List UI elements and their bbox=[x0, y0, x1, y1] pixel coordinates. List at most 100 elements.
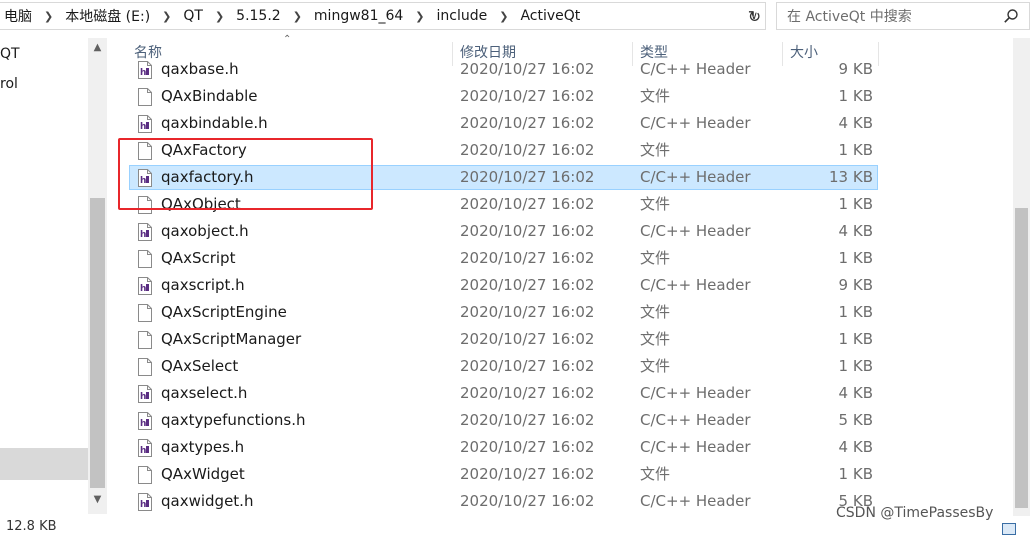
file-name: QAxWidget bbox=[161, 465, 245, 483]
details-view-icon[interactable] bbox=[1002, 523, 1016, 535]
svg-text:h: h bbox=[140, 446, 146, 456]
selected-size-text: 12.8 KB bbox=[6, 519, 57, 534]
file-size: 1 KB bbox=[838, 465, 873, 483]
file-size: 4 KB bbox=[838, 384, 873, 402]
file-size: 1 KB bbox=[838, 330, 873, 348]
file-size: 1 KB bbox=[838, 249, 873, 267]
scroll-up-icon[interactable]: ▲ bbox=[88, 42, 107, 58]
file-name: QAxScriptEngine bbox=[161, 303, 287, 321]
breadcrumb-item[interactable]: QT bbox=[179, 8, 207, 24]
file-name: QAxBindable bbox=[161, 87, 258, 105]
file-type: 文件 bbox=[640, 465, 671, 483]
file-type: C/C++ Header bbox=[640, 411, 751, 429]
file-size: 4 KB bbox=[838, 438, 873, 456]
highlight-annotation-box bbox=[118, 138, 373, 210]
file-row[interactable]: h qaxtypes.h 2020/10/27 16:02 C/C++ Header 4… bbox=[107, 434, 1013, 461]
file-row[interactable]: h qaxobject.h 2020/10/27 16:02 C/C++ Header… bbox=[107, 218, 1013, 245]
file-row[interactable]: QAxScriptEngine 2020/10/27 16:02 文件 1 KB bbox=[107, 299, 1013, 326]
file-name: QAxScriptManager bbox=[161, 330, 302, 348]
file-modified-date: 2020/10/27 16:02 bbox=[460, 492, 595, 510]
blank-file-icon bbox=[138, 331, 152, 349]
file-type: C/C++ Header bbox=[640, 384, 751, 402]
svg-text:h: h bbox=[140, 230, 146, 240]
file-name: QAxSelect bbox=[161, 357, 239, 375]
file-list-scrollbar[interactable] bbox=[1013, 38, 1030, 516]
file-type: 文件 bbox=[640, 249, 671, 267]
file-row[interactable]: h qaxtypefunctions.h 2020/10/27 16:02 C/C++… bbox=[107, 407, 1013, 434]
scroll-down-icon[interactable]: ▼ bbox=[88, 494, 107, 510]
navigation-pane: QT rol bbox=[0, 34, 88, 516]
nav-item-selected[interactable] bbox=[0, 448, 88, 480]
breadcrumb-item[interactable]: 电脑 bbox=[0, 6, 36, 26]
blank-file-icon bbox=[138, 358, 152, 376]
chevron-right-icon[interactable]: ❯ bbox=[36, 10, 61, 23]
file-modified-date: 2020/10/27 16:02 bbox=[460, 141, 595, 159]
blank-file-icon bbox=[138, 250, 152, 268]
nav-item-control[interactable]: rol bbox=[0, 76, 18, 92]
chevron-right-icon[interactable]: ❯ bbox=[154, 10, 179, 23]
file-row[interactable]: h qaxbindable.h 2020/10/27 16:02 C/C++ Head… bbox=[107, 110, 1013, 137]
svg-text:h: h bbox=[140, 284, 146, 294]
file-size: 9 KB bbox=[838, 276, 873, 294]
file-modified-date: 2020/10/27 16:02 bbox=[460, 222, 595, 240]
file-type: C/C++ Header bbox=[640, 276, 751, 294]
file-row[interactable]: QAxBindable 2020/10/27 16:02 文件 1 KB bbox=[107, 83, 1013, 110]
file-type: 文件 bbox=[640, 330, 671, 348]
file-row[interactable]: QAxScript 2020/10/27 16:02 文件 1 KB bbox=[107, 245, 1013, 272]
file-modified-date: 2020/10/27 16:02 bbox=[460, 249, 595, 267]
breadcrumb-item[interactable]: 5.15.2 bbox=[232, 8, 285, 24]
chevron-right-icon[interactable]: ❯ bbox=[491, 10, 516, 23]
header-file-icon: h bbox=[138, 115, 152, 133]
file-row[interactable]: QAxScriptManager 2020/10/27 16:02 文件 1 KB bbox=[107, 326, 1013, 353]
search-input[interactable]: 在 ActiveQt 中搜索 bbox=[776, 2, 1030, 30]
breadcrumb-item[interactable]: include bbox=[433, 8, 492, 24]
view-toggle[interactable] bbox=[1000, 520, 1030, 535]
refresh-button[interactable]: ↻ bbox=[743, 2, 766, 30]
refresh-icon: ↻ bbox=[747, 6, 762, 26]
file-modified-date: 2020/10/27 16:02 bbox=[460, 384, 595, 402]
header-file-icon: h bbox=[138, 493, 152, 511]
file-name: qaxbase.h bbox=[161, 60, 239, 78]
file-size: 1 KB bbox=[838, 303, 873, 321]
file-modified-date: 2020/10/27 16:02 bbox=[460, 465, 595, 483]
sort-ascending-icon: ⌃ bbox=[283, 34, 292, 45]
chevron-right-icon[interactable]: ❯ bbox=[285, 10, 310, 23]
search-placeholder: 在 ActiveQt 中搜索 bbox=[787, 9, 912, 25]
file-row[interactable]: h qaxselect.h 2020/10/27 16:02 C/C++ Header… bbox=[107, 380, 1013, 407]
file-modified-date: 2020/10/27 16:02 bbox=[460, 60, 595, 78]
breadcrumb-item[interactable]: mingw81_64 bbox=[310, 8, 407, 24]
scrollbar-thumb[interactable] bbox=[1015, 208, 1028, 508]
file-type: C/C++ Header bbox=[640, 438, 751, 456]
breadcrumb-item[interactable]: 本地磁盘 (E:) bbox=[61, 6, 154, 26]
file-size: 4 KB bbox=[838, 222, 873, 240]
file-type: 文件 bbox=[640, 357, 671, 375]
nav-item-qt[interactable]: QT bbox=[0, 46, 20, 62]
file-name: QAxScript bbox=[161, 249, 236, 267]
breadcrumb-item[interactable]: ActiveQt bbox=[516, 8, 584, 24]
file-row[interactable]: QAxSelect 2020/10/27 16:02 文件 1 KB bbox=[107, 353, 1013, 380]
file-row[interactable]: h qaxbase.h 2020/10/27 16:02 C/C++ Header 9 … bbox=[107, 56, 1013, 83]
blank-file-icon bbox=[138, 304, 152, 322]
nav-scrollbar[interactable]: ▲ ▼ bbox=[88, 38, 107, 514]
svg-text:h: h bbox=[140, 500, 146, 510]
file-type: 文件 bbox=[640, 141, 671, 159]
file-modified-date: 2020/10/27 16:02 bbox=[460, 276, 595, 294]
header-file-icon: h bbox=[138, 439, 152, 457]
blank-file-icon bbox=[138, 466, 152, 484]
address-bar[interactable]: 电脑 ❯ 本地磁盘 (E:) ❯ QT ❯ 5.15.2 ❯ mingw81_6… bbox=[0, 2, 766, 30]
scrollbar-thumb[interactable] bbox=[90, 198, 105, 488]
file-size: 5 KB bbox=[838, 411, 873, 429]
chevron-right-icon[interactable]: ❯ bbox=[207, 10, 232, 23]
file-row[interactable]: QAxWidget 2020/10/27 16:02 文件 1 KB bbox=[107, 461, 1013, 488]
header-file-icon: h bbox=[138, 385, 152, 403]
file-size: 13 KB bbox=[829, 168, 873, 186]
svg-text:h: h bbox=[140, 122, 146, 132]
blank-file-icon bbox=[138, 88, 152, 106]
header-file-icon: h bbox=[138, 277, 152, 295]
search-icon[interactable] bbox=[1003, 8, 1019, 24]
chevron-right-icon[interactable]: ❯ bbox=[407, 10, 432, 23]
file-row[interactable]: h qaxscript.h 2020/10/27 16:02 C/C++ Header… bbox=[107, 272, 1013, 299]
file-modified-date: 2020/10/27 16:02 bbox=[460, 87, 595, 105]
watermark-text: CSDN @TimePassesBy bbox=[836, 505, 994, 521]
file-size: 1 KB bbox=[838, 195, 873, 213]
